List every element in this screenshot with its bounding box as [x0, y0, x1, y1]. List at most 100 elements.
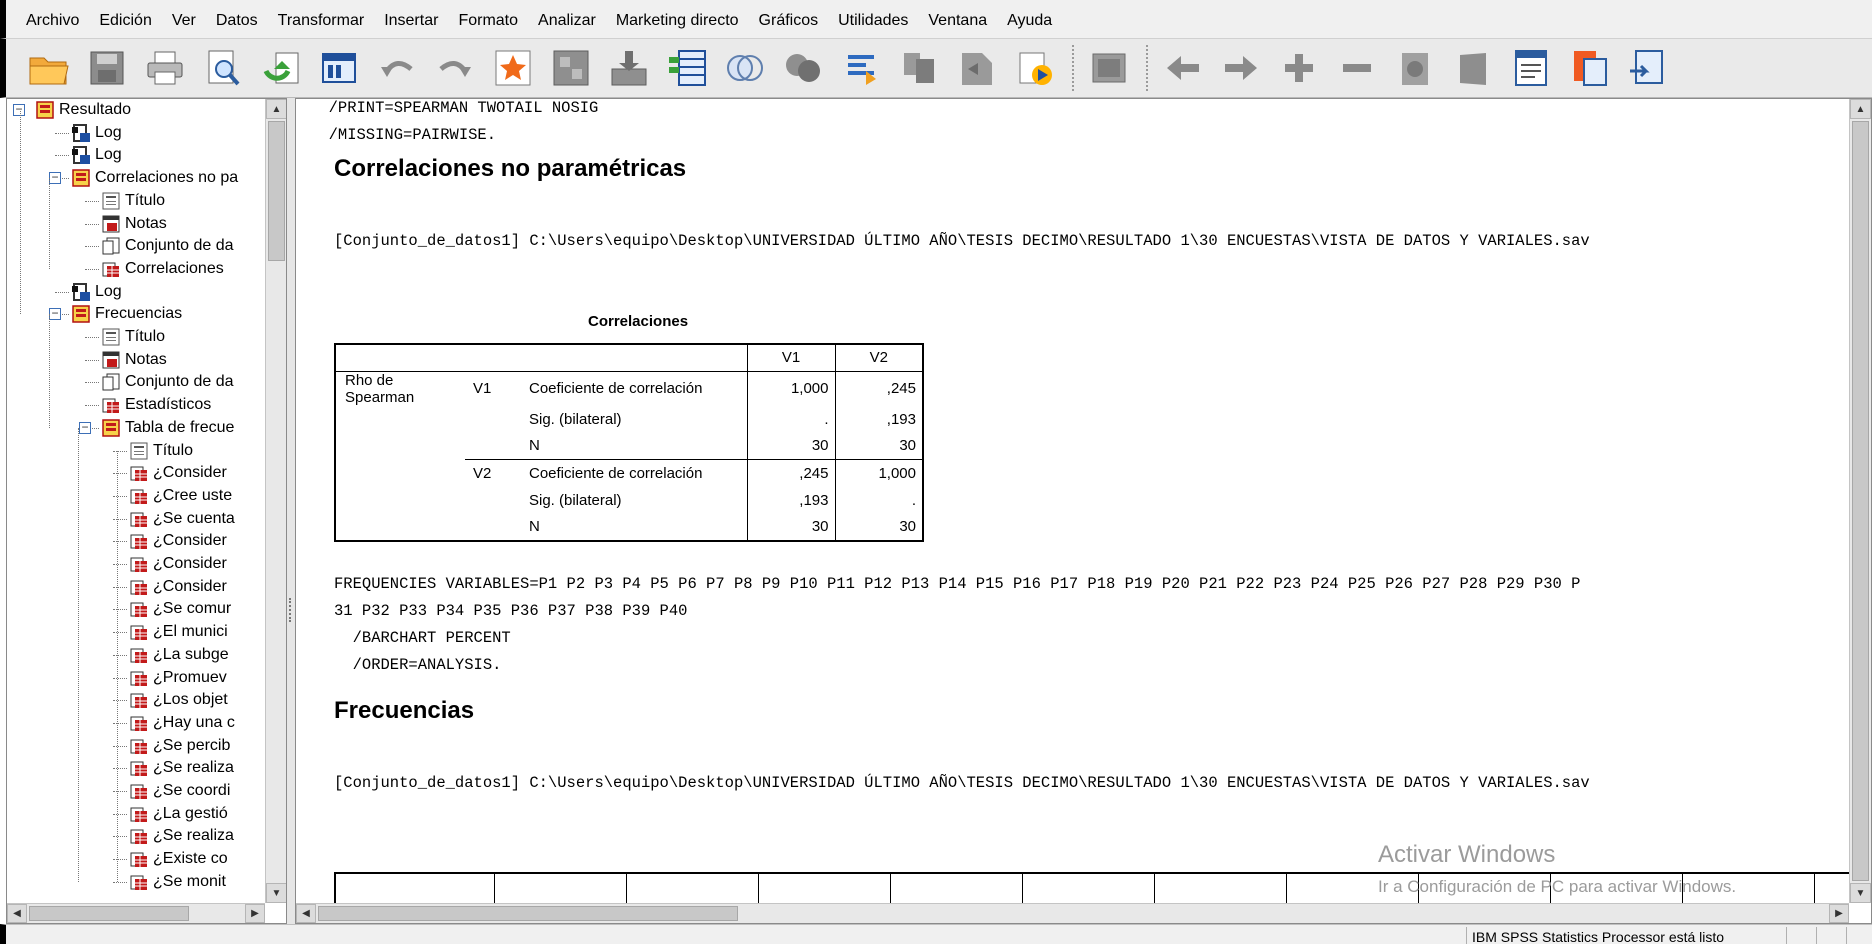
recall-dialog-icon[interactable] — [316, 45, 362, 91]
tree-item[interactable]: ¿Hay una c — [129, 712, 235, 734]
tree-item[interactable]: Estadísticos — [101, 394, 211, 416]
tree-item[interactable]: ¿El munici — [129, 621, 228, 643]
demote-icon[interactable] — [1218, 45, 1264, 91]
scroll-down-arrow-icon[interactable]: ▼ — [1850, 883, 1871, 903]
tree-item[interactable]: Notas — [101, 213, 167, 235]
section-heading[interactable]: Frecuencias — [334, 697, 474, 725]
scroll-down-arrow-icon[interactable]: ▼ — [266, 883, 286, 903]
tree-item[interactable]: Log — [71, 281, 122, 303]
collapse-toggle-icon[interactable]: − — [49, 307, 61, 321]
undo-icon[interactable] — [374, 45, 420, 91]
tree-item[interactable]: Título — [101, 190, 165, 212]
tree-item[interactable]: ¿Consider — [129, 462, 227, 484]
tree-item[interactable]: Notas — [101, 349, 167, 371]
print-preview-icon[interactable] — [200, 45, 246, 91]
tree-item[interactable]: ¿La gestió — [129, 803, 228, 825]
tree-item[interactable]: Log — [71, 144, 122, 166]
save-icon[interactable] — [84, 45, 130, 91]
menu-archivo[interactable]: Archivo — [22, 0, 89, 38]
scrollbar-thumb[interactable] — [29, 906, 189, 921]
tree-item[interactable]: ¿Consider — [129, 530, 227, 552]
open-folder-icon[interactable] — [26, 45, 72, 91]
clipboard-icon[interactable] — [1566, 45, 1612, 91]
tree-item[interactable]: ¿Se realiza — [129, 825, 234, 847]
goto-case-icon[interactable] — [490, 45, 536, 91]
tree-item[interactable]: ¿Se realiza — [129, 757, 234, 779]
tree-item[interactable]: Título — [129, 440, 193, 462]
scrollbar-thumb[interactable] — [1852, 121, 1869, 881]
tree-item[interactable]: Correlaciones — [101, 258, 224, 280]
collapse-toggle-icon[interactable]: − — [13, 103, 25, 116]
scroll-up-arrow-icon[interactable]: ▲ — [266, 99, 286, 119]
tree-item[interactable]: Correlaciones no pa — [71, 167, 238, 189]
scroll-left-arrow-icon[interactable]: ◀ — [296, 904, 316, 923]
scroll-up-arrow-icon[interactable]: ▲ — [1850, 99, 1871, 119]
tree-item[interactable]: Log — [71, 122, 122, 144]
collapse-icon[interactable] — [1334, 45, 1380, 91]
promote-icon[interactable] — [1160, 45, 1206, 91]
expand-icon[interactable] — [1276, 45, 1322, 91]
insert-heading-icon[interactable] — [1012, 45, 1058, 91]
menu-edicion[interactable]: Edición — [89, 0, 161, 38]
menu-ver[interactable]: Ver — [162, 0, 206, 38]
section-heading[interactable]: Correlaciones no paramétricas — [334, 155, 686, 183]
menu-formato[interactable]: Formato — [448, 0, 528, 38]
tree-item[interactable]: Frecuencias — [71, 303, 182, 325]
navigator-vertical-scrollbar[interactable]: ▲ ▼ — [265, 99, 286, 903]
pane-splitter[interactable] — [287, 98, 295, 924]
split-file-icon[interactable] — [722, 45, 768, 91]
menu-insertar[interactable]: Insertar — [374, 0, 448, 38]
tree-item[interactable]: ¿Consider — [129, 553, 227, 575]
viewer-horizontal-scrollbar[interactable]: ◀ ▶ — [296, 903, 1849, 923]
scrollbar-thumb[interactable] — [318, 906, 738, 921]
tree-item[interactable]: ¿Consider — [129, 576, 227, 598]
show-icon[interactable] — [1392, 45, 1438, 91]
tree-item[interactable]: ¿Se percib — [129, 735, 230, 757]
scroll-right-arrow-icon[interactable]: ▶ — [245, 904, 265, 923]
menu-graficos[interactable]: Gráficos — [749, 0, 829, 38]
variables-icon[interactable] — [606, 45, 652, 91]
tree-item[interactable]: ¿La subge — [129, 644, 229, 666]
menu-datos[interactable]: Datos — [206, 0, 268, 38]
scroll-left-arrow-icon[interactable]: ◀ — [7, 904, 27, 923]
value-labels-icon[interactable] — [838, 45, 884, 91]
tree-item[interactable]: Conjunto de da — [101, 235, 234, 257]
create-output-icon[interactable] — [1624, 45, 1670, 91]
scroll-right-arrow-icon[interactable]: ▶ — [1829, 904, 1849, 923]
print-icon[interactable] — [142, 45, 188, 91]
collapse-toggle-icon[interactable]: − — [49, 171, 61, 185]
menu-marketing-directo[interactable]: Marketing directo — [606, 0, 749, 38]
menu-utilidades[interactable]: Utilidades — [828, 0, 918, 38]
menu-analizar[interactable]: Analizar — [528, 0, 606, 38]
use-sets-icon[interactable] — [896, 45, 942, 91]
menu-ventana[interactable]: Ventana — [918, 0, 997, 38]
hide-icon[interactable] — [1450, 45, 1496, 91]
tree-item[interactable]: ¿Se comur — [129, 598, 231, 620]
export-icon[interactable] — [258, 45, 304, 91]
navigator-horizontal-scrollbar[interactable]: ◀ ▶ — [7, 903, 265, 923]
correlations-table[interactable]: V1 V2 Rho de Spearman V1 Coeficiente de corr… — [334, 343, 924, 542]
tree-item[interactable]: Tabla de frecue — [101, 417, 234, 439]
tree-item[interactable]: ¿Se monit — [129, 871, 226, 893]
box-icon[interactable] — [1086, 45, 1132, 91]
tree-item[interactable]: ¿Promuev — [129, 667, 227, 689]
redo-icon[interactable] — [432, 45, 478, 91]
insert-page-break-icon[interactable] — [1508, 45, 1554, 91]
collapse-toggle-icon[interactable]: − — [79, 421, 91, 434]
menu-ayuda[interactable]: Ayuda — [997, 0, 1062, 38]
data-table-icon[interactable] — [664, 45, 710, 91]
tree-item[interactable]: Título — [101, 326, 165, 348]
designate-window-icon[interactable] — [954, 45, 1000, 91]
viewer-vertical-scrollbar[interactable]: ▲ ▼ — [1849, 99, 1871, 903]
scrollbar-thumb[interactable] — [268, 121, 285, 261]
tree-item[interactable]: Conjunto de da — [101, 371, 234, 393]
tree-item[interactable]: ¿Se coordi — [129, 780, 230, 802]
tree-item[interactable]: ¿Se cuenta — [129, 508, 235, 530]
menu-transformar[interactable]: Transformar — [268, 0, 375, 38]
tree-item[interactable]: ¿Cree uste — [129, 485, 232, 507]
tree-item[interactable]: ¿Existe co — [129, 848, 228, 870]
select-cases-icon[interactable] — [780, 45, 826, 91]
tree-item[interactable]: Resultado — [35, 99, 131, 121]
goto-variable-icon[interactable] — [548, 45, 594, 91]
tree-item[interactable]: ¿Los objet — [129, 689, 228, 711]
